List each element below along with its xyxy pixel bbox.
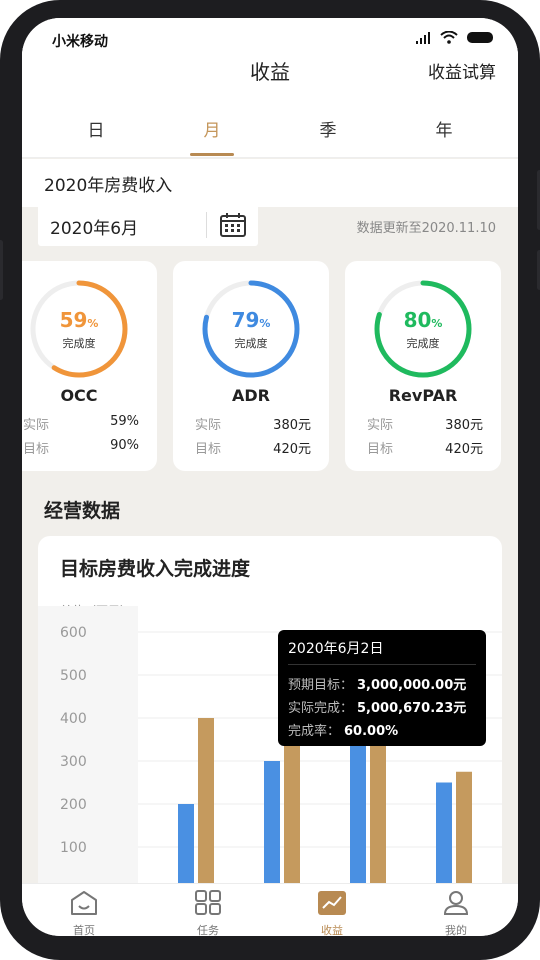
update-note: 数据更新至2020.11.10	[356, 221, 496, 236]
tooltip-divider	[288, 664, 476, 665]
section-title: 2020年房费收入	[44, 176, 173, 196]
month-picker-value: 2020年6月	[50, 219, 139, 239]
bar	[264, 761, 280, 890]
operations-title: 经营数据	[44, 500, 121, 522]
period-tabs: 日 月 季 年	[22, 108, 518, 158]
kpi-name: ADR	[232, 386, 270, 405]
calendar-icon[interactable]	[220, 213, 246, 237]
kpi-card-adr[interactable]: 79% 完成度 ADR 实际 380元 目标 420元	[173, 261, 329, 471]
home-icon	[71, 891, 97, 915]
nav-home[interactable]: 首页	[49, 890, 119, 936]
chart-axis-panel	[38, 606, 138, 916]
bar	[198, 718, 214, 890]
system-icons	[416, 31, 496, 44]
tooltip-row-target: 预期目标： 3,000,000.00元	[288, 678, 467, 693]
bar	[456, 771, 472, 890]
kpi-name: OCC	[60, 386, 98, 405]
nav-me[interactable]: 我的	[421, 890, 491, 936]
y-tick-label: 300	[60, 754, 87, 770]
phone-side-button	[0, 240, 3, 300]
grid-icon	[195, 890, 221, 915]
nav-label: 我的	[445, 924, 467, 936]
phone-frame: 小米移动 收益 收益试算 日 月 季 年 2020年房费收入 2020年6月 数…	[0, 0, 540, 960]
nav-label: 首页	[73, 924, 95, 936]
divider	[206, 212, 207, 238]
tab-day[interactable]: 日	[66, 116, 126, 141]
nav-revenue[interactable]: 收益	[297, 890, 367, 936]
signal-icon	[416, 31, 430, 44]
tooltip-row-rate: 完成率： 60.00%	[288, 724, 399, 739]
screen: 小米移动 收益 收益试算 日 月 季 年 2020年房费收入 2020年6月 数…	[22, 18, 518, 936]
bar	[370, 726, 386, 890]
kpi-card-occ[interactable]: 59% 完成度 OCC 实际 59% 目标 90%	[22, 261, 157, 471]
progress-ring: 59% 完成度	[25, 275, 133, 383]
tooltip-date: 2020年6月2日	[288, 641, 384, 657]
battery-icon	[467, 32, 493, 43]
bar	[436, 782, 452, 890]
percent-value: 80%	[403, 308, 443, 332]
tab-quarter[interactable]: 季	[298, 116, 358, 141]
y-tick-label: 100	[60, 840, 87, 856]
progress-label: 完成度	[62, 337, 96, 350]
nav-tasks[interactable]: 任务	[173, 890, 243, 936]
y-tick-label: 600	[60, 625, 87, 641]
kpi-name: RevPAR	[388, 386, 458, 405]
y-tick-label: 400	[60, 711, 87, 727]
progress-label: 完成度	[406, 337, 440, 350]
y-tick-label: 200	[60, 797, 87, 813]
progress-label: 完成度	[234, 337, 268, 350]
nav-label: 任务	[197, 924, 219, 936]
tab-underline	[190, 153, 234, 156]
progress-ring: 79% 完成度	[197, 275, 305, 383]
progress-ring: 80% 完成度	[369, 275, 477, 383]
trial-link[interactable]: 收益试算	[428, 58, 496, 83]
percent-value: 79%	[231, 308, 271, 332]
user-icon	[443, 891, 469, 915]
percent-value: 59%	[59, 308, 99, 332]
bottom-nav: 首页 任务 收益 我的	[22, 883, 518, 936]
chart-icon	[318, 891, 346, 915]
kpi-card-revpar[interactable]: 80% 完成度 RevPAR 实际 380元 目标 420元	[345, 261, 501, 471]
y-tick-label: 500	[60, 668, 87, 684]
section-header: 2020年房费收入	[22, 159, 518, 207]
header: 收益 收益试算	[22, 48, 518, 108]
bar	[178, 804, 194, 890]
nav-label: 收益	[321, 924, 343, 936]
month-picker[interactable]: 2020年6月	[38, 204, 258, 246]
tab-month[interactable]: 月	[182, 116, 242, 141]
wifi-icon	[440, 31, 458, 44]
chart-tooltip: 2020年6月2日 预期目标： 3,000,000.00元 实际完成： 5,000,…	[278, 630, 486, 746]
tab-year[interactable]: 年	[414, 116, 474, 141]
tooltip-row-actual: 实际完成： 5,000,670.23元	[288, 701, 467, 716]
